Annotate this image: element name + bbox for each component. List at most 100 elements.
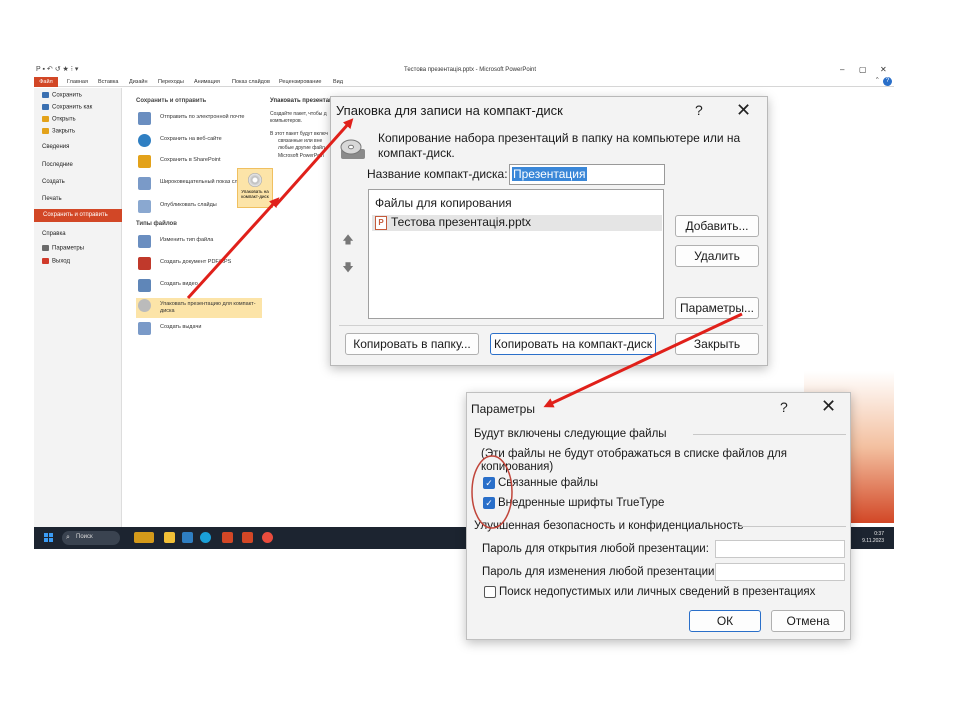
item-send-email[interactable]: Отправить по электронной почте [136,111,262,129]
cancel-button[interactable]: Отмена [771,610,845,632]
divider [693,434,846,435]
close-icon[interactable]: ✕ [736,100,751,121]
folder-icon [42,116,49,122]
email-icon [138,112,151,125]
copy-to-folder-button[interactable]: Копировать в папку... [345,333,479,355]
tab-animation[interactable]: Анимация [194,79,220,85]
modify-password-input[interactable] [715,563,845,581]
nav-save-send[interactable]: Сохранить и отправить [34,209,122,222]
options-dialog: Параметры ? ✕ Будут включены следующие ф… [466,392,851,640]
copy-to-cd-button[interactable]: Копировать на компакт-диск [490,333,656,355]
remove-button[interactable]: Удалить [675,245,759,267]
vscode-icon[interactable] [182,532,193,543]
taskbar-search[interactable]: ⌕ Поиск [62,531,120,545]
file-explorer-icon[interactable] [164,532,175,543]
open-password-input[interactable] [715,540,845,558]
taskbar-clock[interactable]: 0:37 9.11.2023 [862,531,884,545]
save-as-icon [42,104,49,110]
window-title: Тестова презентація.pptx - Microsoft Pow… [404,67,536,73]
powerpoint-taskbar-icon-2[interactable] [242,532,253,543]
nav-options[interactable]: Параметры [42,245,84,252]
files-to-copy-list[interactable]: Файлы для копирования P Тестова презента… [368,189,664,319]
pptx-file-icon: P [375,216,387,230]
package-cd-button[interactable]: Упаковать на компакт-диск [237,168,273,208]
item-save-web[interactable]: Сохранить на веб-сайте [136,133,262,151]
options-button[interactable]: Параметры... [675,297,759,319]
cd-name-label: Название компакт-диска: [367,167,508,181]
tab-file[interactable]: Файл [34,77,58,87]
edge-icon[interactable] [200,532,211,543]
backstage-nav: Сохранить Сохранить как Открыть Закрыть … [34,88,122,528]
close-file-icon [42,128,49,134]
divider [339,325,763,326]
broadcast-icon [138,177,151,190]
weather-widget-icon[interactable] [134,532,154,543]
tab-home[interactable]: Главная [67,79,88,85]
handouts-icon [138,322,151,335]
quick-access-toolbar[interactable]: P ▪ ↶ ↺ ★ ⁝ ▾ [36,65,78,73]
nav-close[interactable]: Закрыть [42,128,75,135]
close-button[interactable]: ✕ [880,65,887,74]
tab-insert[interactable]: Вставка [98,79,118,85]
help-icon[interactable]: ? [883,77,892,86]
embedded-fonts-label[interactable]: Внедренные шрифты TrueType [498,497,664,509]
nav-new[interactable]: Создать [42,179,65,185]
nav-exit[interactable]: Выход [42,258,70,265]
inspect-label[interactable]: Поиск недопустимых или личных сведений в… [499,586,815,598]
cd-drive-icon [340,139,365,159]
inspect-checkbox[interactable] [484,586,496,598]
minimize-button[interactable]: – [840,65,844,74]
powerpoint-taskbar-icon[interactable] [222,532,233,543]
save-icon [42,92,49,98]
save-send-pane: Сохранить и отправить Отправить по элект… [122,88,264,528]
pane-description: Создайте пакет, чтобы д компьютеров. [270,111,327,124]
collapse-ribbon-icon[interactable]: ^ [876,77,879,83]
pane-header: Упаковать презентаци [270,98,337,104]
windows-start-icon[interactable] [44,533,54,543]
tab-review[interactable]: Рецензирование [279,79,321,85]
cd-icon [248,173,262,187]
tab-transitions[interactable]: Переходы [158,79,184,85]
options-icon [42,245,49,251]
nav-help[interactable]: Справка [42,231,66,237]
nav-open[interactable]: Открыть [42,116,76,123]
help-icon[interactable]: ? [695,102,703,118]
ok-button[interactable]: ОК [689,610,761,632]
section-save-send: Сохранить и отправить [136,98,207,104]
dialog-description: Копирование набора презентаций в папку н… [378,131,741,160]
item-change-file-type[interactable]: Изменить тип файла [136,234,262,252]
dialog-title: Параметры [471,402,535,416]
item-create-video[interactable]: Создать видео [136,278,262,296]
close-dialog-button[interactable]: Закрыть [675,333,759,355]
dialog-title: Упаковка для записи на компакт-диск [336,103,563,118]
move-down-icon[interactable]: 🡇 [340,259,356,275]
section-file-types: Типы файлов [136,221,177,227]
title-bar: P ▪ ↶ ↺ ★ ⁝ ▾ Тестова презентація.pptx -… [34,63,894,77]
nav-print[interactable]: Печать [42,196,62,202]
nav-recent[interactable]: Последние [42,162,73,168]
chrome-icon[interactable] [262,532,273,543]
close-icon[interactable]: ✕ [821,396,836,417]
nav-save[interactable]: Сохранить [42,92,82,99]
group-security: Улучшенная безопасность и конфиденциальн… [474,520,744,532]
cd-name-input[interactable]: Презентация [509,164,665,185]
add-button[interactable]: Добавить... [675,215,759,237]
tab-view[interactable]: Вид [333,79,343,85]
item-create-pdf[interactable]: Создать документ PDF/XPS [136,256,262,274]
list-item[interactable]: P Тестова презентація.pptx [372,215,662,231]
nav-info[interactable]: Сведения [42,144,69,150]
tab-design[interactable]: Дизайн [129,79,148,85]
linked-files-checkbox[interactable]: ✓ [483,477,495,489]
embedded-fonts-checkbox[interactable]: ✓ [483,497,495,509]
pane-list-intro: В этот пакет будут включ [270,131,329,137]
nav-save-as[interactable]: Сохранить как [42,104,92,111]
linked-files-label[interactable]: Связанные файлы [498,477,598,489]
item-create-handouts[interactable]: Создать выдачи [136,321,262,339]
maximize-button[interactable]: ▢ [859,65,867,74]
item-package-cd[interactable]: Упаковать презентацию для компакт-диска [136,298,262,318]
help-icon[interactable]: ? [780,399,788,415]
move-up-icon[interactable]: 🡅 [340,231,356,247]
ribbon-tabs: Файл Главная Вставка Дизайн Переходы Ани… [34,77,894,87]
publish-icon [138,200,151,213]
tab-slideshow[interactable]: Показ слайдов [232,79,270,85]
